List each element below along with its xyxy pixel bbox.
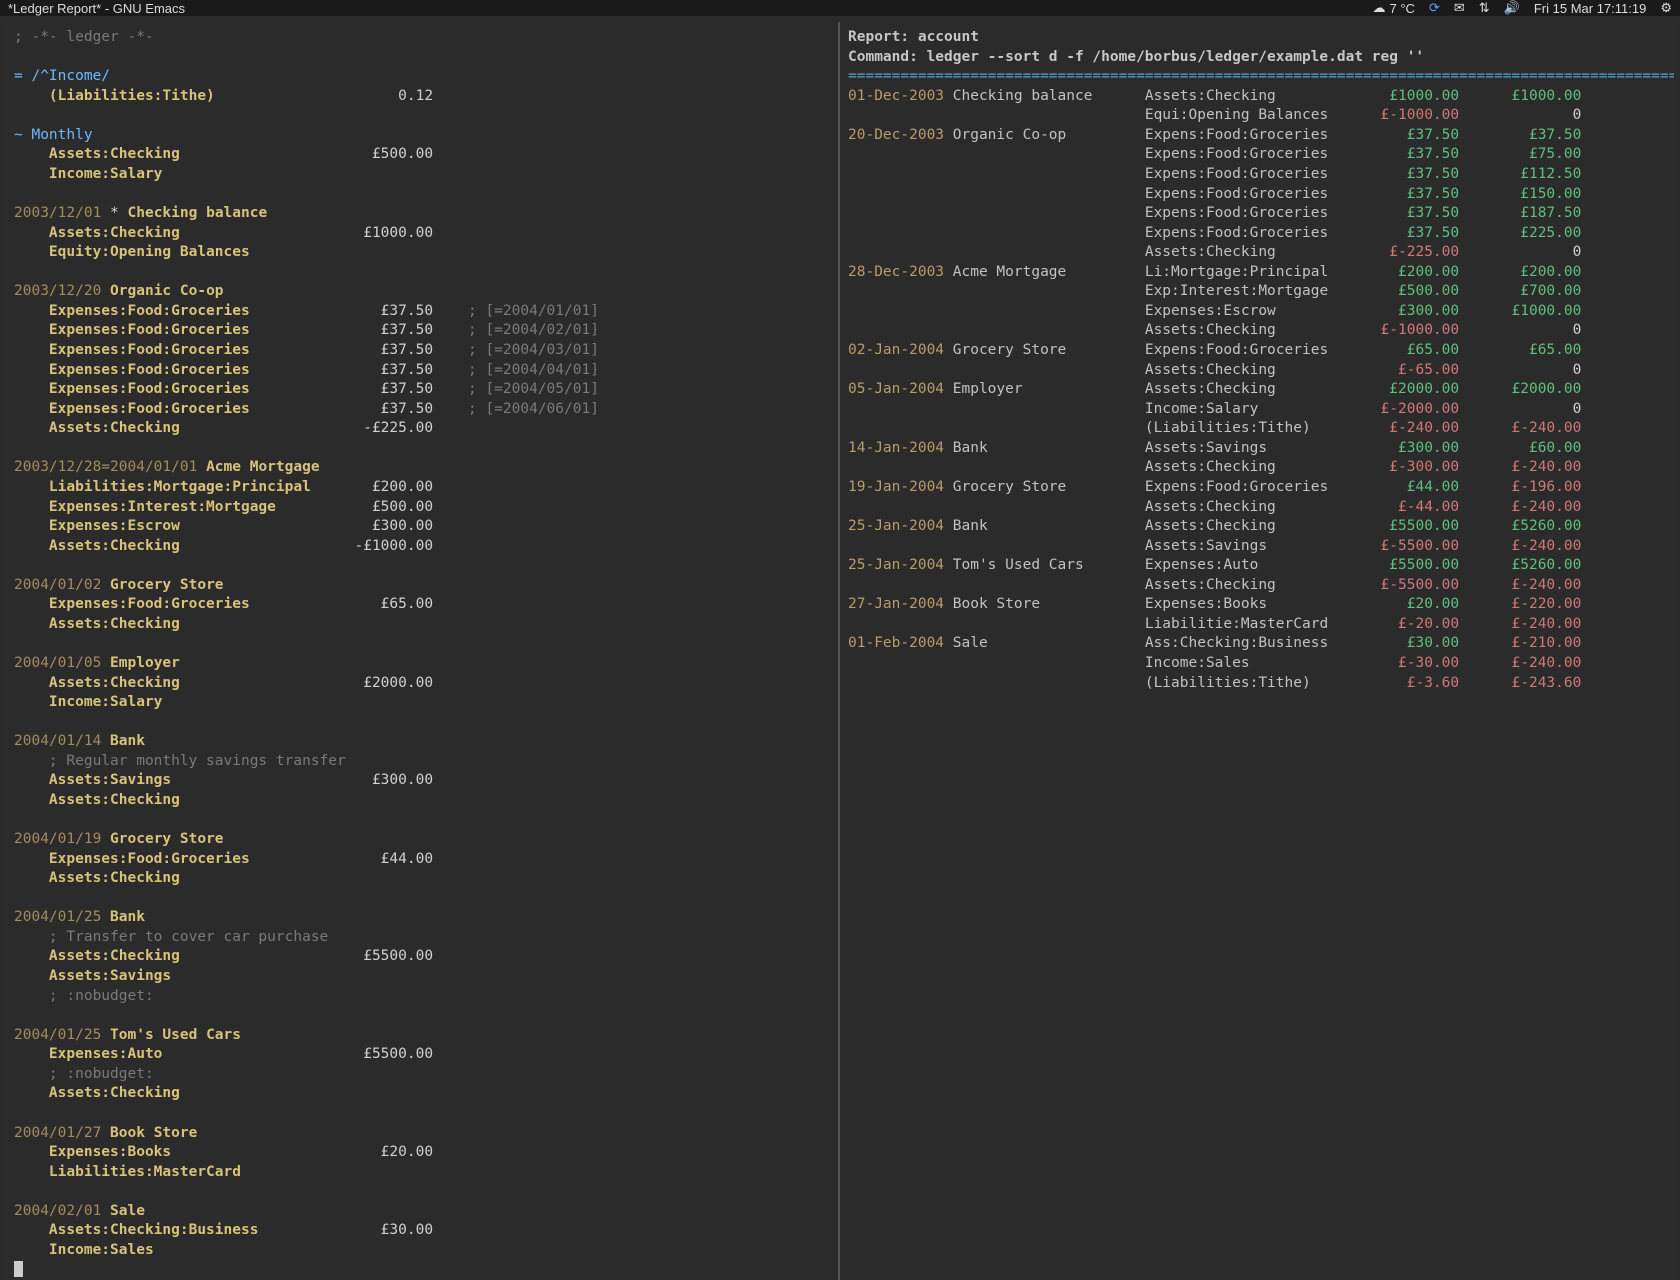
ledger-report-buffer[interactable]: Report: account Command: ledger --sort d…: [840, 22, 1674, 699]
refresh-icon[interactable]: ⟳: [1429, 0, 1440, 16]
ledger-source-buffer[interactable]: ; -*- ledger -*- = /^Income/ (Liabilitie…: [6, 22, 838, 1280]
clock[interactable]: Fri 15 Mar 17:11:19: [1534, 1, 1646, 16]
settings-gear-icon[interactable]: ⚙: [1660, 0, 1672, 16]
right-pane[interactable]: Report: account Command: ledger --sort d…: [840, 22, 1674, 1280]
weather-indicator[interactable]: ☁ 7 °C: [1373, 0, 1415, 16]
system-tray: ☁ 7 °C ⟳ ✉ ⇅ 🔊 Fri 15 Mar 17:11:19 ⚙: [1373, 0, 1672, 16]
emacs-frame: ; -*- ledger -*- = /^Income/ (Liabilitie…: [0, 16, 1680, 1280]
left-pane[interactable]: ; -*- ledger -*- = /^Income/ (Liabilitie…: [6, 22, 840, 1280]
mail-icon[interactable]: ✉: [1454, 0, 1465, 16]
network-icon[interactable]: ⇅: [1479, 0, 1490, 16]
window-title: *Ledger Report* - GNU Emacs: [8, 1, 185, 16]
top-panel: *Ledger Report* - GNU Emacs ☁ 7 °C ⟳ ✉ ⇅…: [0, 0, 1680, 16]
volume-icon[interactable]: 🔊: [1504, 0, 1520, 16]
